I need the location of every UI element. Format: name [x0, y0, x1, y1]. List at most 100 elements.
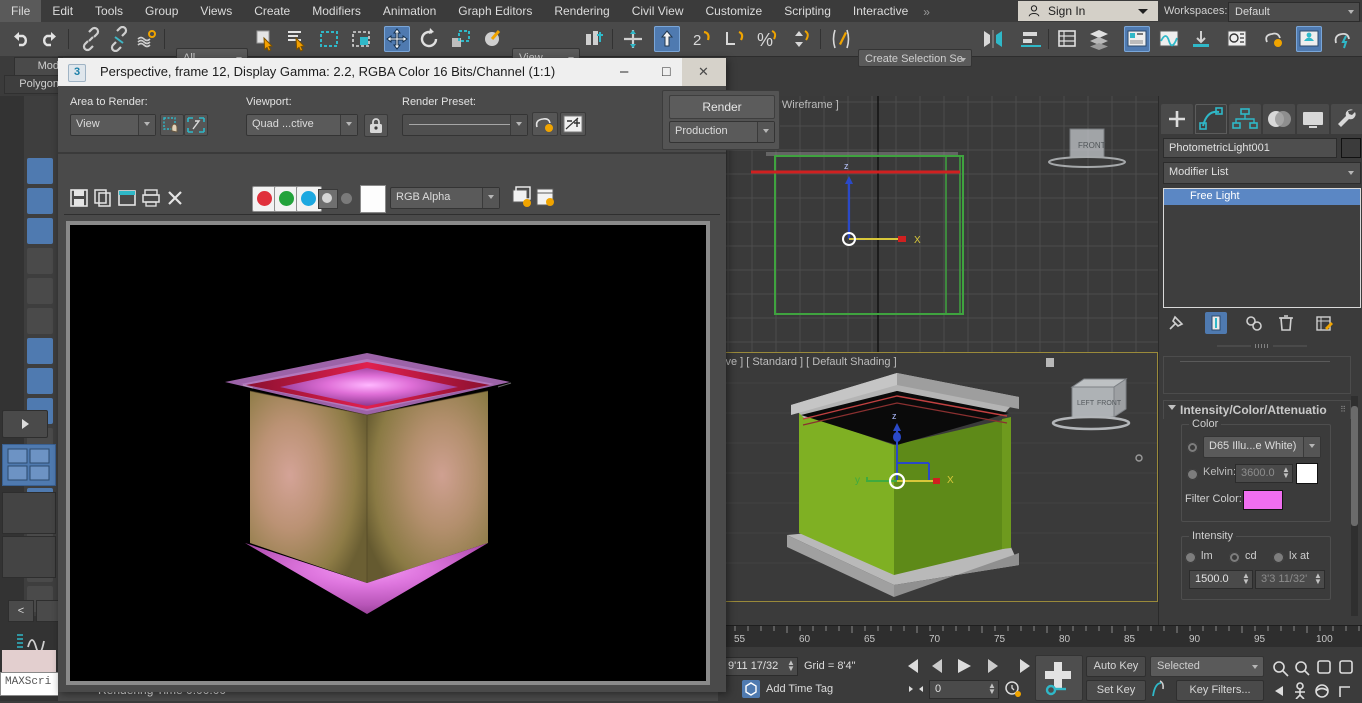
rollout-drag-handle[interactable] — [1217, 340, 1307, 348]
channel-display-select[interactable]: RGB Alpha — [390, 187, 500, 209]
sign-in-button[interactable]: Sign In — [1018, 1, 1158, 21]
menu-item-graph-editors[interactable]: Graph Editors — [447, 0, 543, 22]
timeline-ruler[interactable]: 55 60 65 70 75 80 85 90 95 100 — [718, 625, 1362, 648]
chevron-down-icon[interactable] — [340, 115, 357, 135]
maxscript-minilistener-pink[interactable] — [2, 650, 56, 672]
spinner-snap-button[interactable] — [722, 26, 748, 52]
spinner-arrows-icon[interactable]: ▲ ▼ — [1282, 466, 1290, 480]
viewport-perspective-shaded[interactable]: z X y LEFT FRONT ive ] [ Standard ] [ De… — [718, 352, 1158, 602]
align-button[interactable] — [1018, 26, 1044, 52]
cone-tool-icon[interactable] — [27, 188, 53, 214]
add-time-tag-button[interactable] — [742, 680, 760, 698]
light-tool-icon[interactable] — [27, 218, 53, 244]
sphere-tool-icon[interactable] — [27, 158, 53, 184]
chevron-down-icon[interactable] — [1303, 437, 1320, 457]
collapse-panel-button[interactable]: < — [8, 600, 34, 622]
menu-item-edit[interactable]: Edit — [41, 0, 84, 22]
select-and-scale-button[interactable] — [448, 26, 474, 52]
spinner-arrows-icon[interactable]: ▲ ▼ — [787, 659, 795, 673]
viewport-front-wireframe[interactable]: z X FRONT Standard ] [ Wireframe ] — [718, 96, 1158, 358]
percent-snap-button[interactable]: % — [754, 26, 780, 52]
lock-viewport-button[interactable] — [364, 114, 388, 137]
render-preset-select[interactable] — [402, 114, 528, 136]
kelvin-radio[interactable] — [1187, 469, 1198, 480]
layer-explorer-button[interactable] — [1054, 26, 1080, 52]
modifier-stack[interactable]: Free Light — [1163, 188, 1361, 308]
select-and-move-button[interactable] — [384, 26, 410, 52]
ripple-tool-icon[interactable] — [27, 308, 53, 334]
rectangular-selection-region-button[interactable] — [316, 26, 342, 52]
undo-button[interactable] — [8, 26, 34, 52]
menu-item-interactive[interactable]: Interactive — [842, 0, 919, 22]
kelvin-spinner[interactable]: 3600.0 ▲ ▼ — [1235, 464, 1293, 483]
select-and-rotate-button[interactable] — [416, 26, 442, 52]
render-mode-select[interactable]: Production — [669, 121, 775, 143]
environment-exposure-button[interactable] — [560, 112, 586, 136]
close-button[interactable]: ✕ — [682, 58, 726, 86]
alp ha-channel-button[interactable] — [341, 193, 352, 204]
rendered-frame-window[interactable]: 3 Perspective, frame 12, Display Gamma: … — [58, 58, 780, 692]
edit-named-selection-sets-button[interactable] — [828, 26, 854, 52]
hierarchy-tab[interactable] — [1229, 104, 1261, 134]
window-crossing-button[interactable] — [348, 26, 374, 52]
key-filters-button[interactable]: Key Filters... — [1176, 680, 1264, 701]
bind-to-space-warp-button[interactable] — [134, 26, 160, 52]
intensity-unit-lm-radio[interactable] — [1185, 552, 1196, 563]
select-and-manipulate-button[interactable] — [620, 26, 646, 52]
named-selection-set-input[interactable]: Create Selection Se — [858, 49, 972, 67]
show-end-result-button[interactable] — [1205, 312, 1227, 334]
pyramid-tool-icon[interactable] — [27, 278, 53, 304]
schematic-view-button[interactable] — [1156, 26, 1182, 52]
intensity-unit-cd-radio[interactable] — [1229, 552, 1240, 563]
time-configuration-button[interactable] — [1004, 680, 1022, 698]
intensity-unit-lx-radio[interactable] — [1273, 552, 1284, 563]
display-tab[interactable] — [1297, 104, 1329, 134]
menu-item-create[interactable]: Create — [243, 0, 301, 22]
panel-scroll-track[interactable] — [36, 600, 60, 622]
curve-editor-button[interactable] — [1124, 26, 1150, 52]
current-frame-input[interactable]: 0 ▲ ▼ — [929, 680, 999, 699]
menu-item-scripting[interactable]: Scripting — [773, 0, 842, 22]
clear-image-button[interactable] — [164, 187, 186, 209]
monochrome-button[interactable] — [318, 189, 338, 209]
object-color-swatch[interactable] — [1341, 138, 1361, 158]
viewport-layout-quad-button[interactable] — [2, 444, 56, 486]
key-mode-select[interactable]: Selected — [1150, 656, 1264, 677]
menu-item-group[interactable]: Group — [134, 0, 189, 22]
object-name-input[interactable]: PhotometricLight001 — [1163, 138, 1337, 158]
filter-color-swatch[interactable] — [1243, 490, 1283, 510]
render-setup-dialog-button[interactable] — [532, 112, 558, 136]
spinner-arrows-icon[interactable]: ▲ ▼ — [988, 682, 996, 696]
enable-render-preview-button[interactable] — [534, 186, 556, 208]
viewport-layout-alt1-button[interactable] — [2, 492, 56, 534]
edit-region-button[interactable] — [184, 114, 208, 136]
menu-item-file[interactable]: File — [0, 0, 42, 22]
menu-item-customize[interactable]: Customize — [695, 0, 774, 22]
area-to-render-select[interactable]: View — [70, 114, 156, 136]
menu-item-civil-view[interactable]: Civil View — [621, 0, 695, 22]
spinner-arrows-icon[interactable]: ▲ ▼ — [1314, 572, 1322, 586]
modifier-stack-item[interactable]: Free Light — [1164, 189, 1360, 205]
remove-modifier-button[interactable] — [1275, 312, 1297, 334]
auto-key-button[interactable]: Auto Key — [1086, 656, 1146, 677]
menu-item-animation[interactable]: Animation — [372, 0, 447, 22]
auto-region-selected-button[interactable] — [160, 114, 184, 136]
set-number-of-keys-button[interactable] — [1148, 679, 1170, 699]
scene-explorer-button[interactable] — [1086, 26, 1112, 52]
spinner-arrows-icon[interactable]: ▲ ▼ — [1242, 572, 1250, 586]
chevron-down-icon[interactable] — [138, 115, 155, 135]
command-panel-scroll-thumb[interactable] — [1351, 406, 1358, 526]
select-object-button[interactable] — [252, 26, 278, 52]
chevron-down-icon[interactable] — [510, 115, 527, 135]
clone-frame-button[interactable] — [116, 187, 138, 209]
render-production-button[interactable] — [1330, 26, 1356, 52]
unlink-selection-button[interactable] — [106, 25, 132, 53]
color-preset-select[interactable]: D65 Illu...e White) — [1203, 436, 1321, 458]
color-preset-radio[interactable] — [1187, 442, 1198, 453]
intensity-distance-spinner[interactable]: 3'3 11/32' ▲ ▼ — [1255, 570, 1325, 589]
create-tab[interactable] — [1161, 104, 1193, 134]
viewport-layout-alt2-button[interactable] — [2, 536, 56, 578]
menu-item-tools[interactable]: Tools — [84, 0, 134, 22]
set-key-button[interactable]: Set Key — [1086, 680, 1146, 701]
select-and-link-button[interactable] — [78, 26, 104, 52]
